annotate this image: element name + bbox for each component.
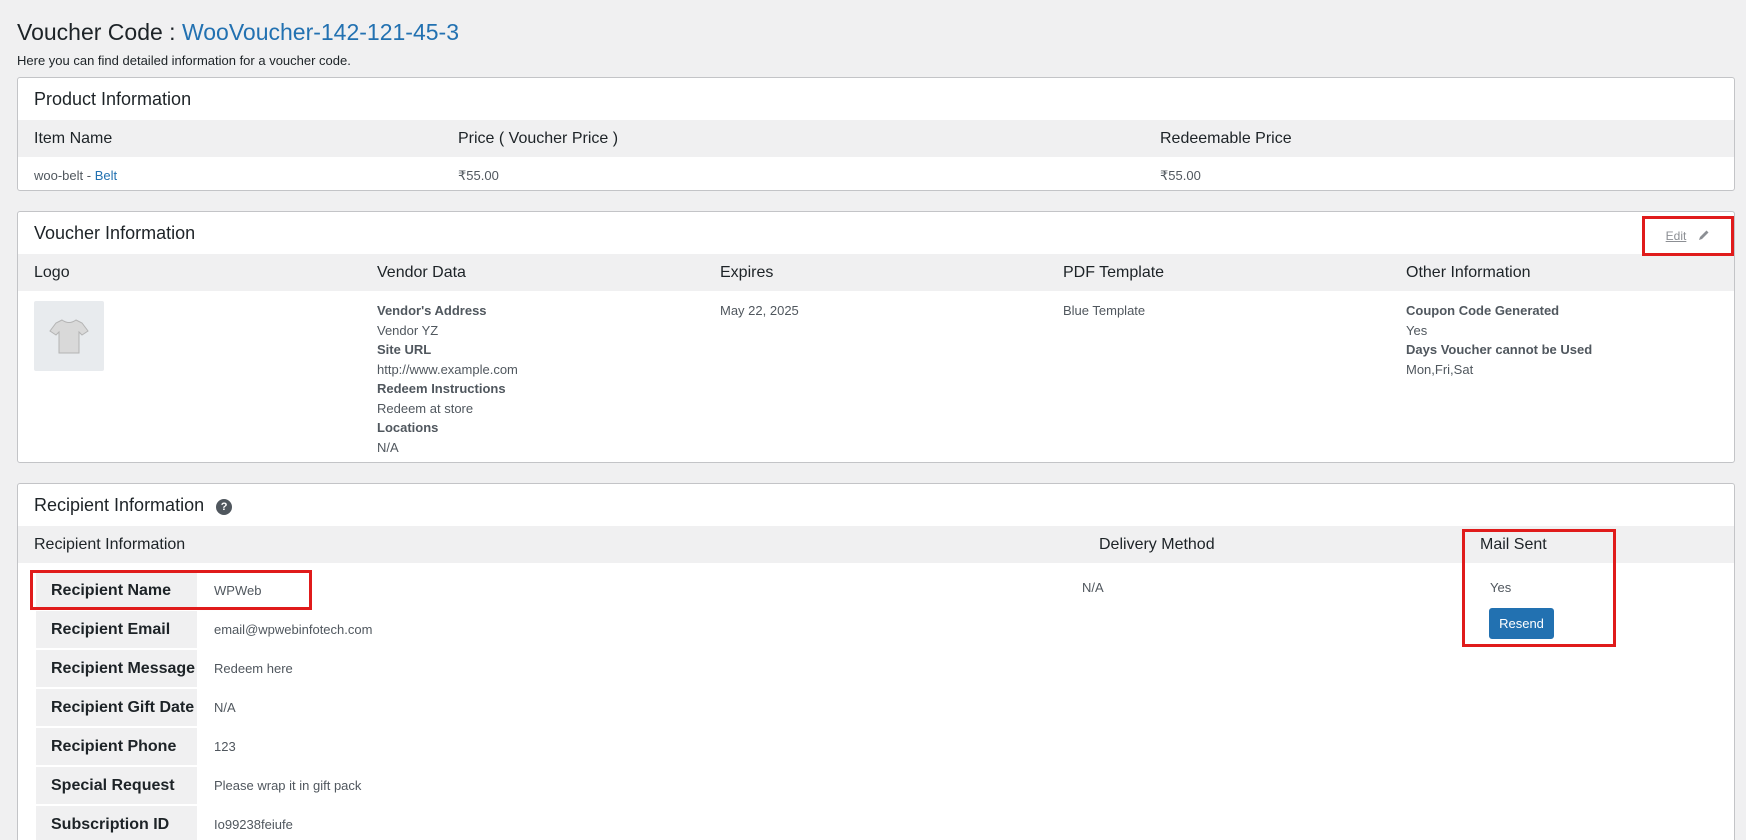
vendor-address-value: Vendor YZ xyxy=(377,322,439,338)
product-information-panel: Product Information Item Name Price ( Vo… xyxy=(17,77,1735,191)
site-url-value: http://www.example.com xyxy=(377,361,518,377)
recipient-details-table: Recipient Name WPWeb Recipient Email ema… xyxy=(36,571,372,840)
page-header: Voucher Code : WooVoucher-142-121-45-3 H… xyxy=(17,17,459,68)
recipient-name-highlight xyxy=(30,570,312,610)
days-cannot-use-value: Mon,Fri,Sat xyxy=(1406,361,1474,377)
recipient-email-value: email@wpwebinfotech.com xyxy=(214,622,373,637)
days-cannot-use-label: Days Voucher cannot be Used xyxy=(1406,342,1593,357)
recipient-gift-date-value: N/A xyxy=(214,700,236,715)
table-row: Subscription ID Io99238feiufe xyxy=(36,805,372,840)
col-delivery-method: Delivery Method xyxy=(1099,535,1215,553)
mail-sent-value: Yes xyxy=(1490,580,1512,595)
table-row: Recipient Gift Date N/A xyxy=(36,688,372,727)
delivery-method-value: N/A xyxy=(1082,580,1104,595)
price-cell: ₹55.00 xyxy=(458,168,499,183)
redeem-instructions-value: Redeem at store xyxy=(377,400,474,416)
table-row: Recipient Email email@wpwebinfotech.com xyxy=(36,610,372,649)
other-information-cell: Coupon Code Generated Yes Days Voucher c… xyxy=(1390,301,1736,457)
vendor-data-cell: Vendor's Address Vendor YZ Site URL http… xyxy=(361,301,704,457)
recipient-gift-date-label: Recipient Gift Date xyxy=(36,689,197,726)
expires-cell: May 22, 2025 xyxy=(720,303,799,318)
vendor-address-label: Vendor's Address xyxy=(377,303,487,318)
pencil-icon[interactable] xyxy=(1698,229,1710,244)
page-title-prefix: Voucher Code : xyxy=(17,19,176,45)
col-recipient-information: Recipient Information xyxy=(34,535,186,553)
voucher-table-row: Vendor's Address Vendor YZ Site URL http… xyxy=(18,291,1734,457)
recipient-panel-title: Recipient Information ? xyxy=(18,484,1734,526)
redeemable-cell: ₹55.00 xyxy=(1160,168,1201,183)
special-request-label: Special Request xyxy=(36,767,197,804)
product-table-header: Item Name Price ( Voucher Price ) Redeem… xyxy=(18,120,1734,157)
recipient-phone-label: Recipient Phone xyxy=(36,728,197,765)
special-request-value: Please wrap it in gift pack xyxy=(214,778,362,793)
tshirt-icon xyxy=(49,319,89,354)
page-title: Voucher Code : WooVoucher-142-121-45-3 xyxy=(17,17,459,47)
site-url-label: Site URL xyxy=(377,342,432,357)
col-price: Price ( Voucher Price ) xyxy=(458,129,619,147)
recipient-information-panel: Recipient Information ? Recipient Inform… xyxy=(17,483,1735,840)
logo-cell xyxy=(18,301,361,457)
table-row: Special Request Please wrap it in gift p… xyxy=(36,766,372,805)
item-prefix: woo-belt - xyxy=(34,168,95,183)
edit-link[interactable]: Edit xyxy=(1666,229,1687,243)
page-description: Here you can find detailed information f… xyxy=(17,53,351,68)
voucher-table-header: Logo Vendor Data Expires PDF Template Ot… xyxy=(18,254,1734,291)
locations-label: Locations xyxy=(377,420,439,435)
voucher-panel-title: Voucher Information xyxy=(34,222,196,243)
subscription-id-value: Io99238feiufe xyxy=(214,817,293,832)
recipient-message-value: Redeem here xyxy=(214,661,293,676)
locations-value: N/A xyxy=(377,439,399,455)
col-redeemable-price: Redeemable Price xyxy=(1160,129,1292,147)
edit-highlight: Edit xyxy=(1642,216,1734,256)
voucher-information-panel: Voucher Information Edit Logo Vendor Dat… xyxy=(17,211,1735,463)
col-item-name: Item Name xyxy=(34,129,113,147)
help-icon[interactable]: ? xyxy=(216,499,233,515)
col-vendor-data: Vendor Data xyxy=(377,263,466,281)
recipient-title-text: Recipient Information xyxy=(34,494,205,515)
col-expires: Expires xyxy=(720,263,774,281)
tshirt-logo-image xyxy=(34,301,104,371)
subscription-id-label: Subscription ID xyxy=(36,806,197,840)
resend-button[interactable]: Resend xyxy=(1489,608,1554,639)
item-link[interactable]: Belt xyxy=(95,168,117,183)
col-other-information: Other Information xyxy=(1406,263,1531,281)
product-table-row: woo-belt - Belt ₹55.00 ₹55.00 xyxy=(18,157,1734,184)
item-name-cell: woo-belt - Belt xyxy=(18,168,442,184)
recipient-phone-value: 123 xyxy=(214,739,236,754)
product-panel-title: Product Information xyxy=(34,88,192,109)
recipient-email-label: Recipient Email xyxy=(36,611,197,648)
col-logo: Logo xyxy=(34,263,70,281)
voucher-code: WooVoucher-142-121-45-3 xyxy=(181,19,459,45)
coupon-code-value: Yes xyxy=(1406,322,1428,338)
redeem-instructions-label: Redeem Instructions xyxy=(377,381,506,396)
table-row: Recipient Message Redeem here xyxy=(36,649,372,688)
coupon-code-label: Coupon Code Generated xyxy=(1406,303,1560,318)
table-row: Recipient Phone 123 xyxy=(36,727,372,766)
col-pdf-template: PDF Template xyxy=(1063,263,1165,281)
recipient-message-label: Recipient Message xyxy=(36,650,197,687)
pdf-template-cell: Blue Template xyxy=(1063,303,1146,318)
